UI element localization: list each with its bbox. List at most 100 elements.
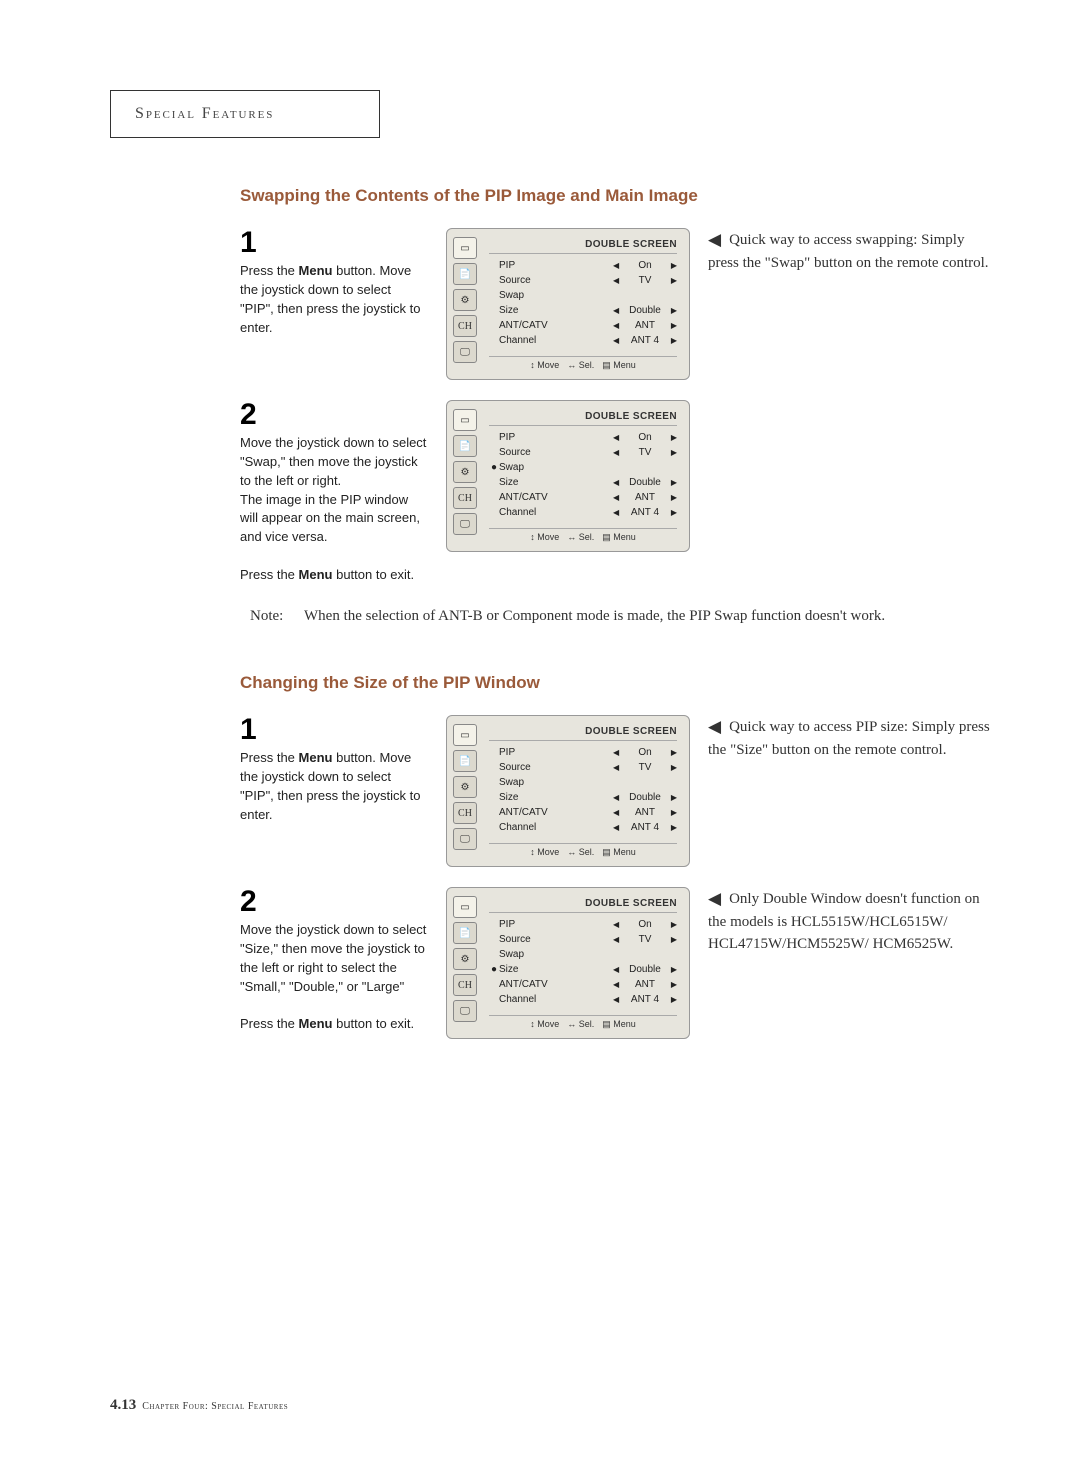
swap-step1-osd: ▭ 📄 ⚙ CH 🖵 DOUBLE SCREEN PIP◀On▶ Source◀… bbox=[446, 228, 690, 380]
size-step2-osd: ▭ 📄 ⚙ CH 🖵 DOUBLE SCREEN PIP◀On▶ Source◀… bbox=[446, 887, 690, 1039]
tip-arrow-icon: ◀ bbox=[708, 715, 721, 740]
osd-tab: 📄 bbox=[453, 435, 477, 457]
osd-row-label: Size bbox=[499, 475, 613, 490]
osd-row-label: Channel bbox=[499, 333, 613, 348]
size-step2: 2 Move the joystick down to select "Size… bbox=[240, 887, 428, 1039]
osd-row-label: ANT/CATV bbox=[499, 490, 613, 505]
swap-step1-row: 1 Press the Menu button. Move the joysti… bbox=[240, 228, 990, 380]
osd-tab-bar: ▭ 📄 ⚙ CH 🖵 bbox=[453, 722, 481, 860]
osd-tab: ▭ bbox=[453, 409, 477, 431]
step-number: 2 bbox=[240, 400, 428, 430]
osd-row-value: ANT bbox=[621, 805, 669, 820]
osd-row-label: Channel bbox=[499, 992, 613, 1007]
osd-screen: ▭ 📄 ⚙ CH 🖵 DOUBLE SCREEN PIP◀On▶ Source◀… bbox=[446, 887, 690, 1039]
osd-row-value: ANT bbox=[621, 318, 669, 333]
osd-tab: 📄 bbox=[453, 922, 477, 944]
osd-row-label: Source bbox=[499, 273, 613, 288]
osd-tab-bar: ▭ 📄 ⚙ CH 🖵 bbox=[453, 894, 481, 1032]
osd-row-label: Swap bbox=[499, 288, 677, 303]
osd-tab: 📄 bbox=[453, 750, 477, 772]
heading-size: Changing the Size of the PIP Window bbox=[240, 673, 990, 693]
osd-row-label: PIP bbox=[499, 745, 613, 760]
osd-row-label: Source bbox=[499, 445, 613, 460]
osd-row-value: ANT bbox=[621, 490, 669, 505]
selection-bullet-icon: ● bbox=[489, 962, 499, 977]
size-step1: 1 Press the Menu button. Move the joysti… bbox=[240, 715, 428, 867]
osd-tab: 📄 bbox=[453, 263, 477, 285]
swap-step1: 1 Press the Menu button. Move the joysti… bbox=[240, 228, 428, 380]
osd-title: DOUBLE SCREEN bbox=[489, 898, 677, 913]
note-label: Note: bbox=[250, 605, 304, 628]
osd-row-value: On bbox=[621, 917, 669, 932]
osd-row-value: Double bbox=[621, 962, 669, 977]
osd-row-label: Channel bbox=[499, 820, 613, 835]
osd-row-value: On bbox=[621, 745, 669, 760]
osd-tab: ⚙ bbox=[453, 461, 477, 483]
osd-row-value: ANT 4 bbox=[621, 820, 669, 835]
osd-tab: ⚙ bbox=[453, 289, 477, 311]
selection-bullet-icon: ● bbox=[489, 460, 499, 475]
osd-list: PIP◀On▶ Source◀TV▶ ●Swap Size◀Double▶ AN… bbox=[489, 430, 677, 528]
step-number: 2 bbox=[240, 887, 428, 917]
section-header: Special Features bbox=[135, 105, 274, 122]
swap-step2-row: 2 Move the joystick down to select "Swap… bbox=[240, 400, 990, 585]
osd-row-label: Size bbox=[499, 962, 613, 977]
osd-tab: 🖵 bbox=[453, 1000, 477, 1022]
osd-row-value: Double bbox=[621, 303, 669, 318]
swap-tip: ◀Quick way to access swapping: Simply pr… bbox=[708, 228, 990, 380]
osd-row-label: PIP bbox=[499, 258, 613, 273]
osd-row-label: Source bbox=[499, 760, 613, 775]
section-header-box: Special Features bbox=[110, 90, 380, 138]
page-footer: 4.13 Chapter Four: Special Features bbox=[110, 1397, 288, 1414]
osd-row-label: PIP bbox=[499, 430, 613, 445]
osd-title: DOUBLE SCREEN bbox=[489, 239, 677, 254]
osd-tab: ▭ bbox=[453, 896, 477, 918]
osd-row-value: Double bbox=[621, 475, 669, 490]
osd-row-value: On bbox=[621, 258, 669, 273]
osd-tab-bar: ▭ 📄 ⚙ CH 🖵 bbox=[453, 235, 481, 373]
swap-step2-osd: ▭ 📄 ⚙ CH 🖵 DOUBLE SCREEN PIP◀On▶ Source◀… bbox=[446, 400, 690, 585]
size-step2-row: 2 Move the joystick down to select "Size… bbox=[240, 887, 990, 1039]
osd-title: DOUBLE SCREEN bbox=[489, 726, 677, 741]
osd-tab: CH bbox=[453, 315, 477, 337]
size-tip1: ◀Quick way to access PIP size: Simply pr… bbox=[708, 715, 990, 867]
note: Note: When the selection of ANT-B or Com… bbox=[250, 605, 990, 628]
osd-footer: ↕ Move ↔ Sel. ▤ Menu bbox=[489, 356, 677, 371]
osd-row-label: Channel bbox=[499, 505, 613, 520]
osd-tab: 🖵 bbox=[453, 828, 477, 850]
osd-screen: ▭ 📄 ⚙ CH 🖵 DOUBLE SCREEN PIP◀On▶ Source◀… bbox=[446, 715, 690, 867]
content: Swapping the Contents of the PIP Image a… bbox=[240, 186, 990, 1039]
osd-tab-bar: ▭ 📄 ⚙ CH 🖵 bbox=[453, 407, 481, 545]
osd-row-value: On bbox=[621, 430, 669, 445]
osd-title: DOUBLE SCREEN bbox=[489, 411, 677, 426]
page: Special Features Swapping the Contents o… bbox=[0, 0, 1080, 1109]
osd-row-value: TV bbox=[621, 760, 669, 775]
osd-row-label: Swap bbox=[499, 775, 677, 790]
step-number: 1 bbox=[240, 228, 428, 258]
osd-row-value: ANT 4 bbox=[621, 333, 669, 348]
osd-tab: ⚙ bbox=[453, 776, 477, 798]
step-number: 1 bbox=[240, 715, 428, 745]
osd-row-value: ANT 4 bbox=[621, 505, 669, 520]
osd-row-label: Source bbox=[499, 932, 613, 947]
osd-footer: ↕ Move ↔ Sel. ▤ Menu bbox=[489, 528, 677, 543]
osd-row-label: Swap bbox=[499, 460, 677, 475]
osd-tab: CH bbox=[453, 802, 477, 824]
osd-screen: ▭ 📄 ⚙ CH 🖵 DOUBLE SCREEN PIP◀On▶ Source◀… bbox=[446, 228, 690, 380]
note-body: When the selection of ANT-B or Component… bbox=[304, 605, 990, 628]
osd-row-value: Double bbox=[621, 790, 669, 805]
osd-row-label: Size bbox=[499, 790, 613, 805]
osd-tab: 🖵 bbox=[453, 513, 477, 535]
osd-row-label: ANT/CATV bbox=[499, 805, 613, 820]
osd-row-label: ANT/CATV bbox=[499, 318, 613, 333]
chapter-label: Chapter Four: Special Features bbox=[142, 1401, 288, 1412]
size-tip2: ◀Only Double Window doesn't function on … bbox=[708, 887, 990, 1039]
osd-tab: ▭ bbox=[453, 724, 477, 746]
osd-list: PIP◀On▶ Source◀TV▶ Swap ●Size◀Double▶ AN… bbox=[489, 917, 677, 1015]
step-instruction: Move the joystick down to select "Size,"… bbox=[240, 921, 428, 1034]
osd-tab: CH bbox=[453, 974, 477, 996]
osd-footer: ↕ Move ↔ Sel. ▤ Menu bbox=[489, 843, 677, 858]
osd-row-label: Size bbox=[499, 303, 613, 318]
step-instruction: Press the Menu button. Move the joystick… bbox=[240, 262, 428, 337]
osd-row-value: ANT 4 bbox=[621, 992, 669, 1007]
